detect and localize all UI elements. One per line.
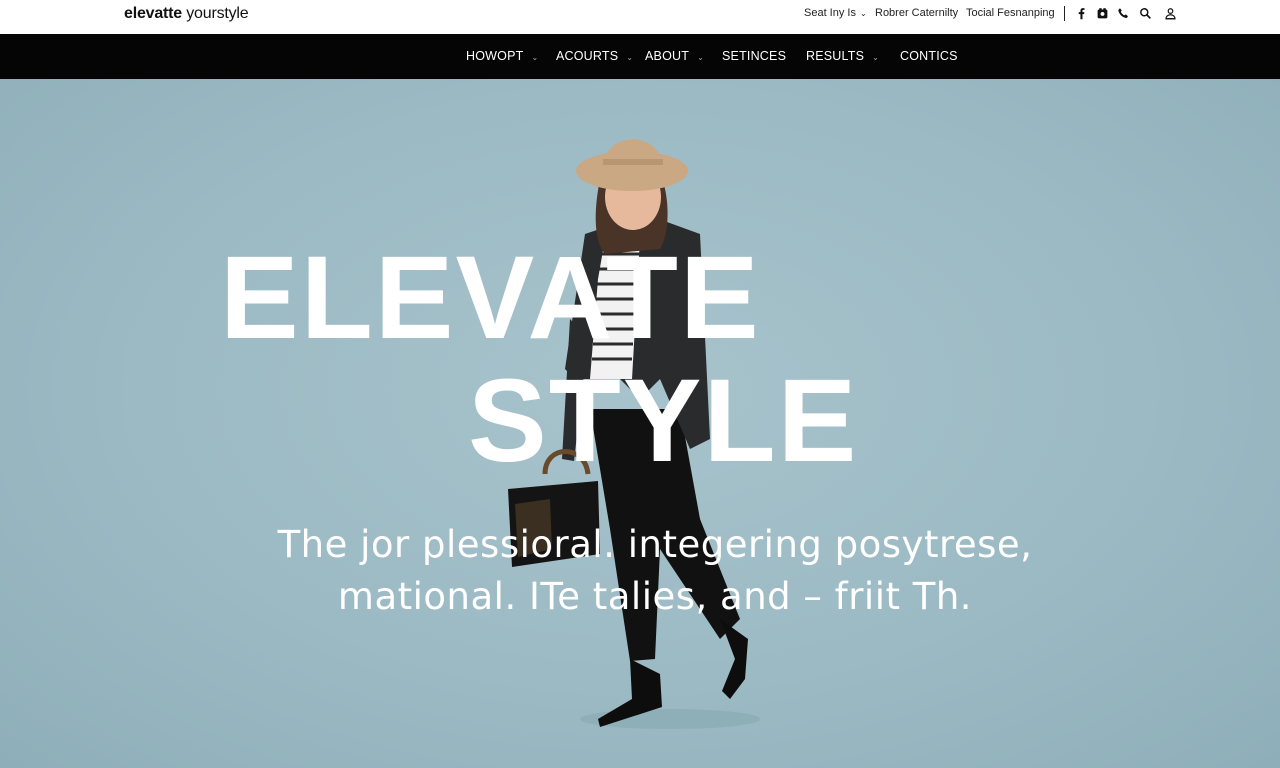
top-utility-bar: elevatte yourstyle Seat Iny Is ⌄ Robrer C… (0, 0, 1280, 34)
divider (1064, 6, 1065, 21)
search-icon[interactable] (1137, 5, 1153, 21)
nav-item-setinces[interactable]: SETINCES (722, 49, 786, 63)
hero-tagline-line-1: The jor plessioral. integering posytrese… (277, 523, 1033, 566)
brand-logo-bold: elevatte (124, 5, 182, 22)
region-select-label: Seat Iny Is (804, 7, 856, 19)
nav-item-contics[interactable]: CONTICS (900, 49, 958, 63)
nav-item-results[interactable]: RESULTS ⌄ (806, 49, 879, 63)
brand-logo-light: yourstyle (182, 5, 249, 22)
nav-item-acourts[interactable]: ACOURTS ⌄ (556, 49, 633, 63)
nav-item-label: HOWOPT (466, 49, 524, 63)
nav-item-label: SETINCES (722, 49, 787, 63)
facebook-icon[interactable] (1073, 5, 1089, 21)
instagram-icon[interactable] (1094, 5, 1110, 21)
brand-logo[interactable]: elevatte yourstyle (124, 5, 249, 23)
region-select[interactable]: Seat Iny Is ⌄ (804, 7, 867, 19)
chevron-down-icon: ⌄ (626, 53, 634, 62)
nav-item-label: CONTICS (900, 49, 958, 63)
utility-link-2[interactable]: Tocial Fesnanping (966, 7, 1055, 19)
nav-item-label: RESULTS (806, 49, 865, 63)
chevron-down-icon: ⌄ (859, 9, 867, 18)
nav-item-about[interactable]: ABOUT ⌄ (645, 49, 704, 63)
nav-item-howopt[interactable]: HOWOPT ⌄ (466, 49, 538, 63)
phone-icon[interactable] (1115, 5, 1131, 21)
chevron-down-icon: ⌄ (872, 53, 880, 62)
chevron-down-icon: ⌄ (697, 53, 704, 62)
hero-tagline-line-2: mational. ITe talies, and – friit Th. (337, 575, 973, 618)
chevron-down-icon: ⌄ (531, 53, 539, 62)
account-icon[interactable] (1162, 5, 1178, 21)
hero-title-line-2: STYLE (468, 355, 859, 487)
main-nav: HOWOPT ⌄ ACOURTS ⌄ ABOUT ⌄ SETINCES RESULTS… (0, 34, 1280, 79)
hero-section: ELEVATE STYLE The jor plessioral. intege… (0, 79, 1280, 768)
nav-item-label: ACOURTS (556, 49, 619, 63)
utility-link-1[interactable]: Robrer Caternilty (875, 7, 958, 19)
nav-item-label: ABOUT (645, 49, 690, 63)
hero-title-line-1: ELEVATE (220, 232, 761, 364)
